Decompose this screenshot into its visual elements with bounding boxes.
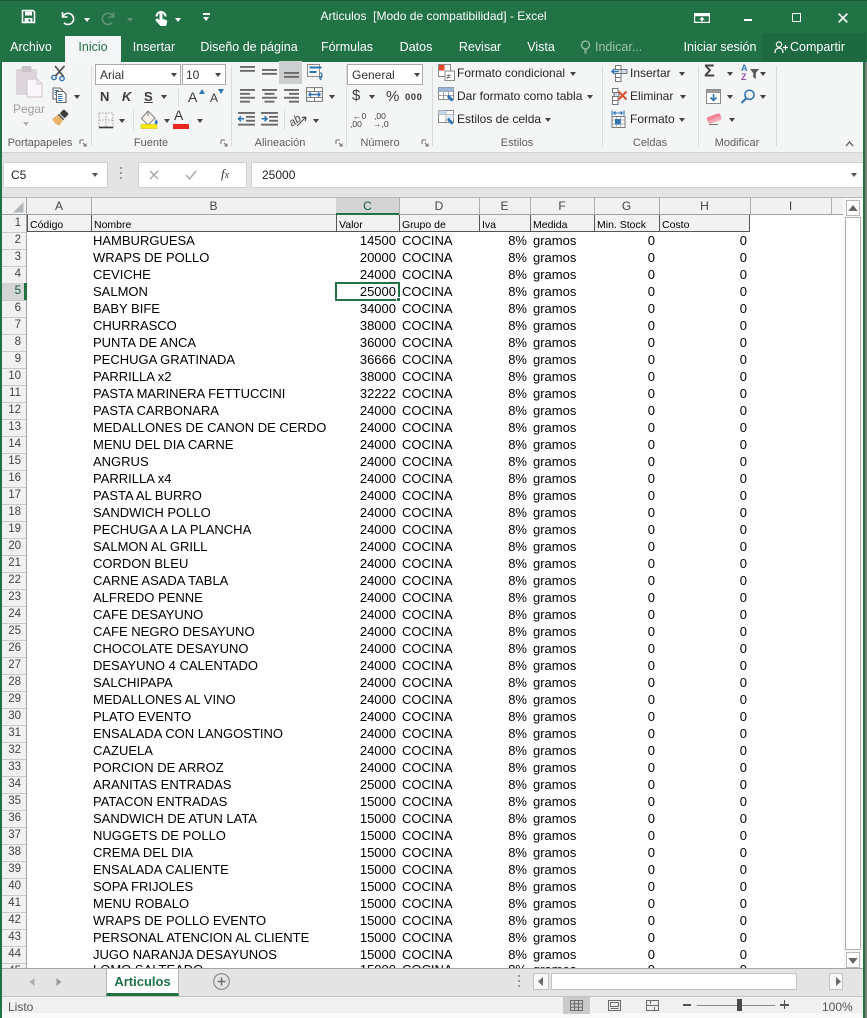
- svg-text:→,0: →,0: [373, 119, 389, 129]
- svg-text:≠: ≠: [447, 72, 452, 81]
- svg-text:,00: ,00: [350, 119, 362, 129]
